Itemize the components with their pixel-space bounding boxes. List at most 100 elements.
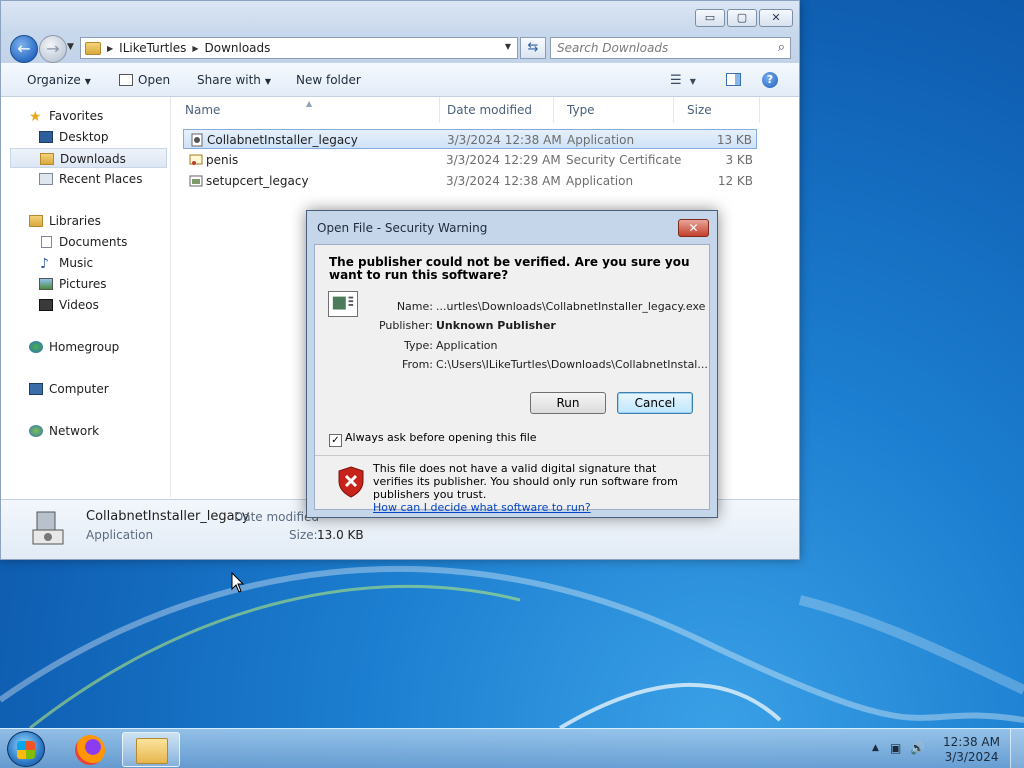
file-name: setupcert_legacy xyxy=(206,174,309,188)
search-input[interactable]: Search Downloads ⌕ xyxy=(550,37,791,59)
details-size-label: Size: xyxy=(289,528,318,542)
nav-item-downloads[interactable]: Downloads xyxy=(10,148,167,168)
column-header-type[interactable]: Type xyxy=(554,97,674,123)
nav-item-label: Libraries xyxy=(49,214,101,228)
mouse-cursor-icon xyxy=(231,572,245,593)
cancel-button[interactable]: Cancel xyxy=(617,392,693,414)
nav-item-label: Downloads xyxy=(60,152,126,166)
column-header-date[interactable]: Date modified xyxy=(434,97,554,123)
explorer-titlebar[interactable]: ▭ ▢ ✕ xyxy=(1,1,799,33)
file-row[interactable]: setupcert_legacy 3/3/2024 12:38 AM Appli… xyxy=(183,171,757,191)
details-size-value: 13.0 KB xyxy=(317,528,364,542)
preview-pane-icon[interactable] xyxy=(726,73,741,86)
start-button[interactable] xyxy=(7,731,45,767)
nav-item-label: Videos xyxy=(59,298,99,312)
certificate-icon xyxy=(189,154,203,165)
nav-item-label: Pictures xyxy=(59,277,107,291)
nav-item-homegroup[interactable]: Homegroup xyxy=(1,337,167,357)
refresh-button[interactable]: ⇆ xyxy=(520,37,546,59)
installer-icon xyxy=(32,511,64,545)
libraries-icon xyxy=(29,215,43,227)
nav-item-favorites[interactable]: ★ Favorites xyxy=(1,106,167,126)
close-button[interactable]: ✕ xyxy=(759,9,793,27)
volume-icon[interactable]: 🔊 xyxy=(910,741,925,755)
back-arrow-icon: ← xyxy=(17,39,31,58)
search-icon[interactable]: ⌕ xyxy=(778,40,785,55)
address-dropdown-icon[interactable]: ▼ xyxy=(505,42,511,51)
always-ask-checkbox[interactable]: ✓ xyxy=(329,434,342,447)
maximize-button[interactable]: ▢ xyxy=(727,9,757,27)
app-icon xyxy=(189,175,203,187)
nav-item-network[interactable]: Network xyxy=(1,421,167,441)
nav-item-computer[interactable]: Computer xyxy=(1,379,167,399)
network-status-icon[interactable]: ▣ xyxy=(890,741,901,755)
file-type: Security Certificate xyxy=(566,153,682,167)
firefox-icon xyxy=(75,735,105,765)
help-link[interactable]: How can I decide what software to run? xyxy=(373,501,693,514)
nav-item-label: Music xyxy=(59,256,94,270)
shield-error-icon xyxy=(338,466,364,498)
show-hidden-icons-icon[interactable]: ▲ xyxy=(872,743,879,753)
taskbar-firefox[interactable] xyxy=(60,732,118,767)
pictures-icon xyxy=(39,278,53,290)
sort-ascending-icon: ▲ xyxy=(306,99,313,108)
taskbar-explorer[interactable] xyxy=(122,732,180,767)
videos-icon xyxy=(39,299,53,311)
nav-item-desktop[interactable]: Desktop xyxy=(1,127,167,147)
share-with-button[interactable]: Share with ▼ xyxy=(197,73,271,87)
nav-item-documents[interactable]: Documents xyxy=(1,232,167,252)
refresh-icon: ⇆ xyxy=(527,40,539,55)
file-row[interactable]: CollabnetInstaller_legacy 3/3/2024 12:38… xyxy=(183,129,757,149)
clock-date: 3/3/2024 xyxy=(944,750,999,764)
share-with-label: Share with xyxy=(197,73,261,87)
column-header-size[interactable]: Size xyxy=(674,97,760,123)
breadcrumb-downloads[interactable]: Downloads xyxy=(205,41,271,55)
always-ask-label: Always ask before opening this file xyxy=(345,431,537,444)
chevron-down-icon: ▼ xyxy=(689,77,696,86)
breadcrumb-chevron-icon[interactable]: ▶ xyxy=(192,44,198,53)
field-label-from: From: xyxy=(402,358,433,371)
run-button[interactable]: Run xyxy=(530,392,606,414)
new-folder-button[interactable]: New folder xyxy=(296,73,361,87)
recent-pages-dropdown[interactable]: ▼ xyxy=(67,42,74,52)
always-ask-checkbox-row[interactable]: ✓ Always ask before opening this file xyxy=(329,431,537,447)
nav-item-libraries[interactable]: Libraries xyxy=(1,211,167,231)
open-button[interactable]: Open xyxy=(119,73,170,87)
nav-item-videos[interactable]: Videos xyxy=(1,295,167,315)
address-bar[interactable]: ▶ ILikeTurtles ▶ Downloads ▼ xyxy=(80,37,518,59)
back-button[interactable]: ← xyxy=(10,35,38,63)
field-value-type: Application xyxy=(436,339,498,352)
breadcrumb-user[interactable]: ILikeTurtles xyxy=(119,41,186,55)
forward-button[interactable]: → xyxy=(39,35,67,63)
help-icon[interactable]: ? xyxy=(762,72,778,88)
nav-item-recent-places[interactable]: Recent Places xyxy=(1,169,167,189)
column-header-label: Name xyxy=(185,103,221,117)
organize-label: Organize xyxy=(27,73,81,87)
nav-item-label: Documents xyxy=(59,235,128,249)
file-size: 13 KB xyxy=(716,133,752,147)
column-header-name[interactable]: ▲ Name xyxy=(172,97,440,123)
nav-item-pictures[interactable]: Pictures xyxy=(1,274,167,294)
file-row[interactable]: penis 3/3/2024 12:29 AM Security Certifi… xyxy=(183,150,757,170)
star-icon: ★ xyxy=(29,109,42,125)
command-bar: Organize ▼ Open Share with ▼ New folder ☰ … xyxy=(1,63,799,97)
search-placeholder: Search Downloads xyxy=(557,41,669,55)
clock-time: 12:38 AM xyxy=(943,735,1000,749)
breadcrumb-chevron-icon[interactable]: ▶ xyxy=(107,44,113,53)
folder-icon xyxy=(85,41,101,55)
details-file-name: CollabnetInstaller_legacy xyxy=(86,509,250,524)
clock[interactable]: 12:38 AM 3/3/2024 xyxy=(943,735,1000,765)
file-date: 3/3/2024 12:38 AM xyxy=(446,174,561,188)
recent-places-icon xyxy=(39,173,53,185)
security-warning-dialog: Open File - Security Warning ✕ The publi… xyxy=(306,210,718,518)
show-desktop-button[interactable] xyxy=(1010,729,1024,768)
nav-item-music[interactable]: ♪ Music xyxy=(1,253,167,273)
nav-item-label: Homegroup xyxy=(49,340,120,354)
dialog-divider xyxy=(315,455,709,456)
dialog-close-button[interactable]: ✕ xyxy=(678,219,709,237)
homegroup-icon xyxy=(29,341,43,353)
dialog-question: The publisher could not be verified. Are… xyxy=(329,255,690,282)
change-view-button[interactable]: ☰ ▼ xyxy=(670,73,696,88)
minimize-button[interactable]: ▭ xyxy=(695,9,725,27)
organize-button[interactable]: Organize ▼ xyxy=(27,73,91,87)
